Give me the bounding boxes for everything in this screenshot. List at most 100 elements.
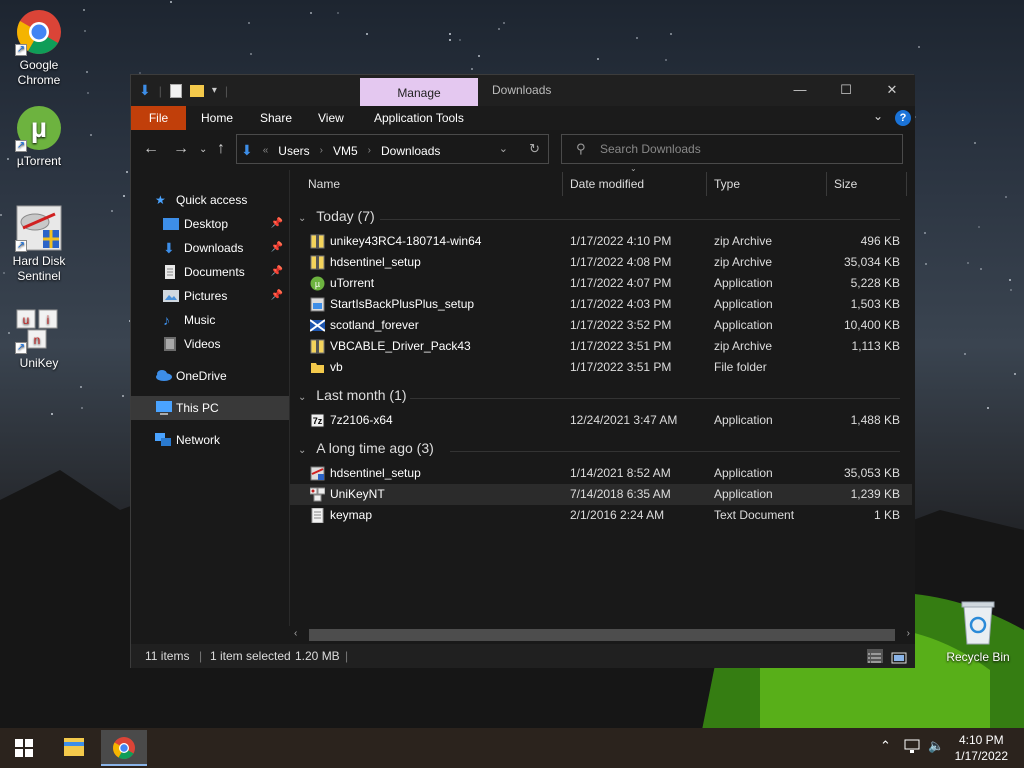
list-item[interactable]: hdsentinel_setup 1/17/2022 4:08 PM zip A… xyxy=(290,252,912,273)
sidebar-item-pictures[interactable]: Pictures 📌 xyxy=(131,284,289,308)
group-header-last-month[interactable]: ⌄ Last month (1) xyxy=(298,387,407,403)
clock[interactable]: 4:10 PM 1/17/2022 xyxy=(955,732,1008,764)
large-icons-view-icon[interactable] xyxy=(891,649,907,664)
chrome-icon xyxy=(113,737,135,759)
svg-text:µ: µ xyxy=(31,112,47,143)
svg-text:µ: µ xyxy=(315,279,320,289)
pin-icon[interactable]: 📌 xyxy=(271,284,283,308)
new-folder-icon[interactable] xyxy=(189,84,204,97)
volume-icon[interactable]: 🔈 xyxy=(928,738,944,754)
sidebar-item-onedrive[interactable]: OneDrive xyxy=(131,364,289,388)
network-status-icon[interactable] xyxy=(904,739,922,758)
desktop-folder-icon xyxy=(163,217,179,231)
sidebar-item-this-pc[interactable]: This PC xyxy=(131,396,289,420)
breadcrumb-downloads[interactable]: Downloads xyxy=(381,144,440,158)
tab-file[interactable]: File xyxy=(131,106,186,130)
star xyxy=(111,210,113,212)
sidebar-item-documents[interactable]: Documents 📌 xyxy=(131,260,289,284)
show-hidden-icons-icon[interactable]: ⌃ xyxy=(880,738,891,754)
sidebar-item-videos[interactable]: Videos xyxy=(131,332,289,356)
group-header-today[interactable]: ⌄ Today (7) xyxy=(298,208,375,224)
star xyxy=(665,59,667,61)
star xyxy=(459,39,461,41)
desktop-icon-chrome[interactable]: ↗ Google Chrome xyxy=(1,8,77,88)
star-icon: ★ xyxy=(155,193,166,207)
list-item[interactable]: UniKeyNT 7/14/2018 6:35 AM Application 1… xyxy=(290,484,912,505)
list-item[interactable]: unikey43RC4-180714-win64 1/17/2022 4:10 … xyxy=(290,231,912,252)
customize-qat-icon[interactable]: ▾ xyxy=(212,85,217,96)
desktop-icon-hard-disk-sentinel[interactable]: ↗ Hard Disk Sentinel xyxy=(1,204,77,284)
group-header-a-long-time-ago[interactable]: ⌄ A long time ago (3) xyxy=(298,440,434,456)
column-header-type[interactable]: Type xyxy=(714,177,740,191)
properties-icon[interactable] xyxy=(169,83,182,98)
help-icon[interactable]: ? xyxy=(895,110,911,126)
address-dropdown-icon[interactable]: ⌄ xyxy=(499,142,508,155)
tab-share[interactable]: Share xyxy=(260,106,292,130)
pin-icon[interactable]: 📌 xyxy=(271,236,283,260)
column-header-date-modified[interactable]: Date modified xyxy=(570,177,644,191)
start-button[interactable] xyxy=(0,728,48,768)
star xyxy=(84,30,86,32)
star xyxy=(337,12,339,14)
forward-button[interactable]: → xyxy=(173,140,189,158)
tab-view[interactable]: View xyxy=(318,106,344,130)
text-file-icon xyxy=(310,507,325,524)
sidebar-item-downloads[interactable]: ⬇ Downloads 📌 xyxy=(131,236,289,260)
breadcrumb-vm5[interactable]: VM5 xyxy=(333,144,358,158)
list-item[interactable]: scotland_forever 1/17/2022 3:52 PM Appli… xyxy=(290,315,912,336)
refresh-icon[interactable]: ↻ xyxy=(529,141,540,157)
scroll-right-icon[interactable]: › xyxy=(907,628,910,639)
sidebar-item-quick-access[interactable]: ★ Quick access xyxy=(131,188,289,212)
list-item[interactable]: 7z 7z2106-x64 12/24/2021 3:47 AM Applica… xyxy=(290,410,912,431)
zip-icon xyxy=(310,339,325,354)
star xyxy=(126,171,128,173)
list-item[interactable]: hdsentinel_setup 1/14/2021 8:52 AM Appli… xyxy=(290,463,912,484)
recent-locations-button[interactable]: ⌄ xyxy=(199,144,207,155)
tab-manage[interactable]: Manage xyxy=(360,78,478,106)
file-explorer-window: ⬇ | ▾ | Manage Downloads — ☐ ✕ File Home… xyxy=(130,74,915,668)
list-item[interactable]: keymap 2/1/2016 2:24 AM Text Document 1 … xyxy=(290,505,912,526)
taskbar-chrome[interactable] xyxy=(101,730,147,766)
scroll-left-icon[interactable]: ‹ xyxy=(294,628,297,639)
details-view-icon[interactable] xyxy=(867,649,883,663)
search-box[interactable]: ⚲ xyxy=(561,134,903,164)
list-item[interactable]: µ uTorrent 1/17/2022 4:07 PM Application… xyxy=(290,273,912,294)
address-bar[interactable]: ⬇ « Users › VM5 › Downloads ⌄ ↻ xyxy=(236,134,549,164)
chevron-down-icon[interactable]: ⌄ xyxy=(873,109,883,123)
download-arrow-icon[interactable]: ⬇ xyxy=(139,82,151,99)
pin-icon[interactable]: 📌 xyxy=(271,212,283,236)
star xyxy=(87,92,89,94)
sidebar-item-music[interactable]: ♪ Music xyxy=(131,308,289,332)
star xyxy=(1010,289,1012,291)
title-bar[interactable]: ⬇ | ▾ | Manage Downloads — ☐ ✕ xyxy=(131,75,915,106)
list-item[interactable]: vb 1/17/2022 3:51 PM File folder xyxy=(290,357,912,378)
close-button[interactable]: ✕ xyxy=(869,75,915,105)
star xyxy=(310,12,312,14)
sidebar-item-desktop[interactable]: Desktop 📌 xyxy=(131,212,289,236)
svg-text:u: u xyxy=(23,313,30,327)
tab-home[interactable]: Home xyxy=(201,106,233,130)
desktop-icon-recycle-bin[interactable]: Recycle Bin xyxy=(938,600,1018,664)
breadcrumb-users[interactable]: Users xyxy=(278,144,309,158)
minimize-button[interactable]: — xyxy=(777,75,823,105)
up-button[interactable]: ↑ xyxy=(217,140,225,158)
back-button[interactable]: ← xyxy=(143,140,159,158)
hard-disk-sentinel-icon: ↗ xyxy=(15,204,63,252)
tab-application-tools[interactable]: Application Tools xyxy=(374,106,464,130)
utorrent-icon: µ ↗ xyxy=(15,104,63,152)
horizontal-scrollbar[interactable]: ‹ › xyxy=(289,626,915,644)
scrollbar-thumb[interactable] xyxy=(309,629,895,641)
star xyxy=(503,22,505,24)
column-header-name[interactable]: Name xyxy=(308,177,340,191)
maximize-button[interactable]: ☐ xyxy=(823,75,869,105)
sidebar-item-network[interactable]: Network xyxy=(131,428,289,452)
chrome-icon: ↗ xyxy=(15,8,63,56)
list-item[interactable]: StartIsBackPlusPlus_setup 1/17/2022 4:03… xyxy=(290,294,912,315)
column-header-size[interactable]: Size xyxy=(834,177,857,191)
list-item[interactable]: VBCABLE_Driver_Pack43 1/17/2022 3:51 PM … xyxy=(290,336,912,357)
taskbar-file-explorer[interactable] xyxy=(51,730,97,766)
desktop-icon-utorrent[interactable]: µ ↗ µTorrent xyxy=(1,104,77,169)
desktop-icon-unikey[interactable]: u i n ↗ UniKey xyxy=(1,306,77,371)
search-input[interactable] xyxy=(600,141,890,157)
pin-icon[interactable]: 📌 xyxy=(271,260,283,284)
